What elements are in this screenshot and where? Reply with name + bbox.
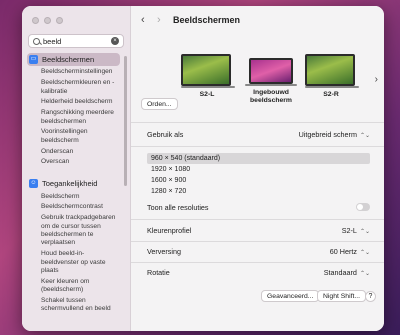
sidebar-subitem[interactable]: Beeldscherminstellingen: [27, 68, 120, 76]
sidebar-item-accessibility[interactable]: ☺ Toegankelijkheid: [27, 177, 120, 190]
display-s2-r[interactable]: S2-R: [305, 54, 359, 99]
chevron-right-icon[interactable]: ›: [375, 74, 378, 85]
color-profile-label: Kleurenprofiel: [147, 225, 192, 235]
sidebar-subitem[interactable]: Helderheid beeldscherm: [27, 98, 120, 106]
search-input[interactable]: beeld: [43, 37, 108, 46]
resolution-option[interactable]: 1920 × 1080: [147, 164, 370, 175]
monitor-icon: [305, 54, 355, 86]
color-profile-select[interactable]: S2-L ⌃⌄: [342, 226, 370, 235]
search-icon: [33, 37, 40, 45]
use-as-select[interactable]: Uitgebreid scherm ⌃⌄: [299, 130, 370, 139]
close-window-button[interactable]: [32, 17, 39, 24]
display-label: S2-L: [199, 91, 215, 98]
sidebar-subitem[interactable]: Onderscan: [27, 148, 120, 156]
settings-window: beeld × ▭ Beeldschermen Beeldscherminste…: [22, 6, 384, 331]
sidebar-subitem[interactable]: Gebruik trackpadgebaren om de cursor tus…: [27, 214, 120, 248]
refresh-select[interactable]: 60 Hertz ⌃⌄: [330, 247, 370, 256]
minimize-window-button[interactable]: [44, 17, 51, 24]
rotation-label: Rotatie: [147, 267, 170, 277]
display-label: S2-R: [323, 91, 339, 98]
updown-icon: ⌃⌄: [359, 249, 370, 256]
monitor-icon: [181, 54, 231, 86]
window-controls: [32, 17, 63, 24]
sidebar-results: ▭ Beeldschermen Beeldscherminstellingen …: [27, 53, 120, 316]
sidebar: beeld × ▭ Beeldschermen Beeldscherminste…: [22, 6, 131, 331]
use-as-value: Uitgebreid scherm: [298, 129, 357, 139]
sidebar-item-label: Toegankelijkheid: [42, 179, 98, 189]
help-button[interactable]: ?: [365, 291, 376, 302]
main-pane: ‹ › Beeldschermen S2-L Ingebouwd beeldsc…: [131, 6, 384, 331]
page-title: Beeldschermen: [173, 15, 241, 25]
sidebar-subitem[interactable]: Voorinstellingen beeldscherm: [27, 128, 120, 145]
color-profile-row: Kleurenprofiel S2-L ⌃⌄: [147, 224, 370, 236]
rotation-select[interactable]: Standaard ⌃⌄: [324, 268, 370, 277]
sidebar-item-label: Beeldschermen: [42, 55, 95, 64]
display-s2-l[interactable]: S2-L: [181, 54, 235, 99]
display-icon: ▭: [29, 55, 38, 64]
resolution-option[interactable]: 1600 × 900: [147, 175, 370, 186]
resolution-list: 960 × 540 (standaard) 1920 × 1080 1600 ×…: [147, 153, 370, 197]
show-all-toggle[interactable]: [356, 203, 370, 211]
use-as-row: Gebruik als Uitgebreid scherm ⌃⌄: [147, 128, 370, 140]
rotation-value: Standaard: [323, 267, 357, 277]
accessibility-icon: ☺: [29, 179, 38, 189]
use-as-label: Gebruik als: [147, 129, 184, 139]
zoom-window-button[interactable]: [56, 17, 63, 24]
sidebar-subitem[interactable]: Houd beeld-in-beeldvenster op vaste plaa…: [27, 250, 120, 275]
display-builtin[interactable]: Ingebouwd beeldscherm: [244, 58, 298, 105]
search-field[interactable]: beeld ×: [28, 34, 124, 48]
toolbar: ‹ › Beeldschermen: [131, 6, 384, 34]
refresh-label: Verversing: [147, 246, 181, 256]
sidebar-subitem[interactable]: Beeldschermcontrast: [27, 203, 120, 211]
forward-button[interactable]: ›: [157, 14, 165, 26]
sidebar-subitem[interactable]: Beeldschermkleuren en -kalibratie: [27, 79, 120, 96]
clear-search-icon[interactable]: ×: [111, 37, 119, 45]
arrange-button[interactable]: Orden...: [141, 98, 178, 110]
rotation-row: Rotatie Standaard ⌃⌄: [147, 266, 370, 278]
show-all-row: Toon alle resoluties: [147, 201, 370, 213]
laptop-icon: [249, 58, 293, 84]
resolution-option[interactable]: 960 × 540 (standaard): [147, 153, 370, 164]
back-button[interactable]: ‹: [141, 14, 149, 26]
sidebar-scrollbar[interactable]: [124, 56, 127, 186]
sidebar-subitem[interactable]: Overscan: [27, 158, 120, 166]
night-shift-button[interactable]: Night Shift...: [317, 290, 367, 302]
sidebar-subitem[interactable]: Rangschikking meerdere beeldschermen: [27, 109, 120, 126]
show-all-label: Toon alle resoluties: [147, 202, 209, 212]
refresh-row: Verversing 60 Hertz ⌃⌄: [147, 245, 370, 257]
display-label: Ingebouwd beeldscherm: [250, 89, 292, 104]
sidebar-subitem[interactable]: Schakel tussen schermvullend en beeld: [27, 297, 120, 314]
sidebar-subitem[interactable]: Keer kleuren om (beeldscherm): [27, 278, 120, 295]
refresh-value: 60 Hertz: [329, 246, 357, 256]
advanced-button[interactable]: Geavanceerd...: [261, 290, 320, 302]
updown-icon: ⌃⌄: [359, 228, 370, 235]
sidebar-subitem[interactable]: Beeldscherm: [27, 193, 120, 201]
sidebar-item-displays[interactable]: ▭ Beeldschermen: [27, 53, 120, 66]
updown-icon: ⌃⌄: [359, 132, 370, 139]
updown-icon: ⌃⌄: [359, 270, 370, 277]
resolution-option[interactable]: 1280 × 720: [147, 186, 370, 197]
color-profile-value: S2-L: [341, 225, 357, 235]
